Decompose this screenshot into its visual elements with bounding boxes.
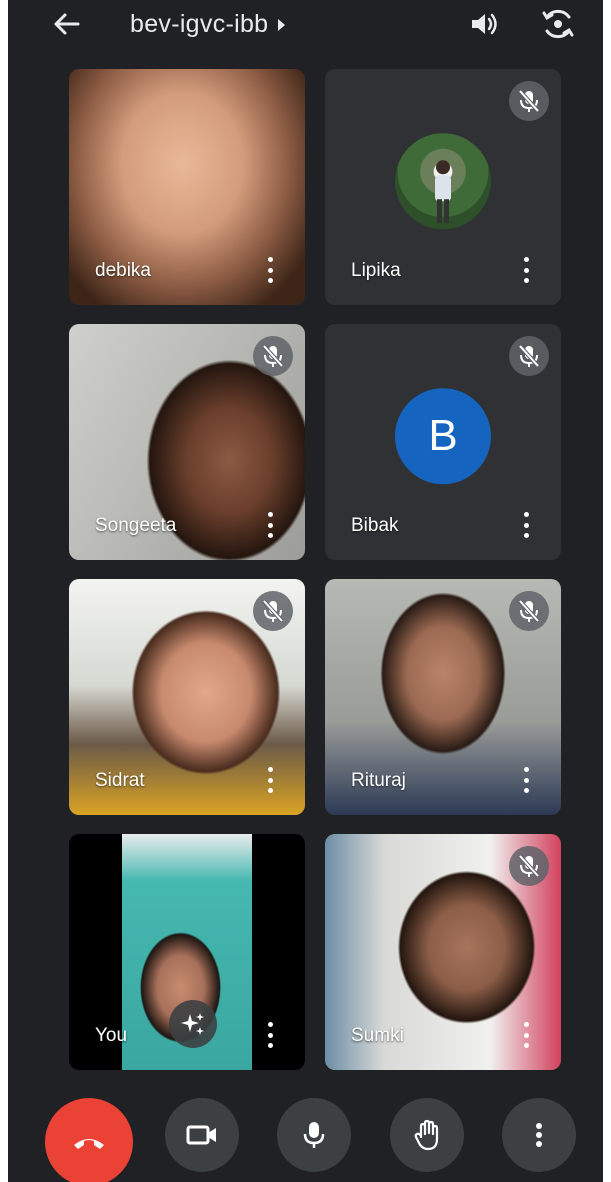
more-options-button[interactable] [502,1098,576,1172]
participant-name: Rituraj [351,770,406,791]
mic-off-icon [253,336,293,376]
mic-off-icon [509,336,549,376]
meet-screen: bev-igvc-ibb debika Lipika Songeeta B Bi… [8,0,603,1182]
participant-avatar [395,133,491,230]
participant-name: Lipika [351,260,401,281]
mic-off-icon [253,591,293,631]
raise-hand-button[interactable] [390,1098,464,1172]
top-bar: bev-igvc-ibb [8,0,603,52]
call-controls [8,1090,603,1182]
participant-tile-bibak[interactable]: B Bibak [325,324,561,560]
switch-camera-button[interactable] [538,6,578,42]
participant-tile-rituraj[interactable]: Rituraj [325,579,561,815]
mic-off-icon [509,846,549,886]
back-arrow-icon [54,13,80,35]
hand-icon [414,1119,439,1151]
participant-name: Sumki [351,1025,404,1046]
tile-more-icon[interactable] [521,767,531,793]
visual-effects-button[interactable] [169,1000,217,1048]
participant-tile-sidrat[interactable]: Sidrat [69,579,305,815]
participant-name: Songeeta [95,515,177,536]
participant-tile-songeeta[interactable]: Songeeta [69,324,305,560]
participant-avatar: B [395,388,491,485]
end-call-button[interactable] [45,1098,133,1182]
participant-name: You [95,1025,128,1046]
tile-more-icon[interactable] [265,767,275,793]
tile-more-icon[interactable] [521,257,531,283]
tile-more-icon[interactable] [265,1022,275,1048]
tile-more-icon[interactable] [265,512,275,538]
sparkle-icon [181,1013,204,1035]
mic-off-icon [509,591,549,631]
participant-name: Sidrat [95,770,145,791]
switch-camera-icon [542,9,574,39]
participant-tile-debika[interactable]: debika [69,69,305,305]
tile-more-icon[interactable] [521,512,531,538]
participant-name: debika [95,260,151,281]
caret-right-icon [278,19,286,31]
participant-tile-sumki[interactable]: Sumki [325,834,561,1070]
participant-tile-self[interactable]: You [69,834,305,1070]
meeting-code: bev-igvc-ibb [130,9,269,38]
participant-tile-lipika[interactable]: Lipika [325,69,561,305]
phone-hangup-icon [74,1139,104,1149]
microphone-icon [303,1122,325,1148]
speaker-button[interactable] [466,6,502,42]
speaker-icon [472,13,497,35]
tile-more-icon[interactable] [521,1022,531,1048]
camera-button[interactable] [165,1098,239,1172]
participant-name: Bibak [351,515,399,536]
meeting-title-button[interactable]: bev-igvc-ibb [130,6,286,42]
back-button[interactable] [48,6,84,42]
mic-off-icon [509,81,549,121]
tile-more-icon[interactable] [265,257,275,283]
more-vertical-icon [536,1123,542,1147]
microphone-button[interactable] [277,1098,351,1172]
video-camera-icon [186,1125,216,1145]
